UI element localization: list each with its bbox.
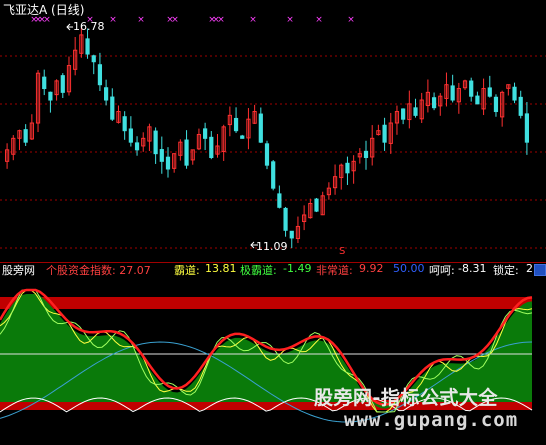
candle-body bbox=[345, 162, 350, 174]
indicator-legend: 股旁网 个股资金指数: 27.07 霸道: 13.81 极霸道: -1.49 非… bbox=[0, 262, 546, 278]
candle-body bbox=[431, 97, 437, 109]
candle-body bbox=[91, 55, 96, 63]
suoding-label: 锁定: bbox=[493, 264, 519, 277]
hehe-value: -8.31 bbox=[458, 262, 487, 275]
candle-body bbox=[271, 161, 276, 189]
feichangdao-label: 非常道: bbox=[316, 264, 353, 277]
watermark-text: 股旁网-指标公式大全 bbox=[314, 387, 498, 409]
candle-body bbox=[240, 135, 245, 139]
watermark-url: www.gupang.com bbox=[344, 409, 519, 431]
feichangdao-value: 9.92 bbox=[359, 262, 384, 275]
candle-body bbox=[209, 136, 214, 158]
candle-body bbox=[382, 124, 387, 143]
indicator-name: 股旁网 bbox=[2, 264, 35, 277]
candle-body bbox=[85, 38, 90, 55]
candle-body bbox=[128, 128, 133, 143]
level-value: 50.00 bbox=[393, 262, 425, 275]
candle-body bbox=[42, 76, 47, 90]
price-chart: ×××× × × × ×× ××× × × × × bbox=[0, 15, 546, 249]
candle-body bbox=[493, 96, 499, 113]
signal-marker: × bbox=[217, 15, 225, 25]
signal-marker: × bbox=[249, 15, 257, 25]
candle-body bbox=[165, 156, 171, 170]
candle-body bbox=[524, 113, 530, 143]
chart-title: 飞亚达A (日线) bbox=[3, 3, 85, 17]
fund-index-label: 个股资金指数: 27.07 bbox=[46, 264, 151, 277]
price-low-label: 11.09 bbox=[256, 240, 288, 253]
badao-label: 霸道: bbox=[174, 264, 200, 277]
candle-body bbox=[48, 91, 53, 101]
candle-body bbox=[159, 149, 164, 162]
candle-body bbox=[97, 64, 103, 86]
panel-scroll-button[interactable] bbox=[534, 264, 546, 276]
signal-marker: × bbox=[171, 15, 179, 25]
jibadao-value: -1.49 bbox=[283, 262, 312, 275]
signal-marker: × bbox=[347, 15, 355, 25]
candle-body bbox=[450, 85, 455, 101]
sell-marker: S bbox=[339, 246, 346, 257]
suoding-value: 2 bbox=[526, 262, 533, 275]
candle-body bbox=[283, 207, 288, 231]
candle-body bbox=[134, 142, 140, 151]
candle-body bbox=[475, 95, 480, 105]
candle-body bbox=[469, 80, 474, 97]
candle-body bbox=[314, 198, 319, 212]
candle-body bbox=[104, 87, 109, 101]
candle-body bbox=[122, 116, 127, 132]
candle-body bbox=[289, 230, 294, 239]
hehe-label: 呵呵: bbox=[429, 264, 455, 277]
badao-value: 13.81 bbox=[205, 262, 237, 275]
candle-body bbox=[487, 87, 492, 97]
candle-body bbox=[60, 75, 65, 93]
candle-body bbox=[413, 107, 418, 116]
candle-body bbox=[153, 130, 158, 155]
candle-body bbox=[110, 96, 115, 120]
candlesticks bbox=[4, 27, 530, 249]
candle-body bbox=[277, 193, 282, 208]
candle-body bbox=[363, 150, 369, 158]
signal-marker: × bbox=[109, 15, 117, 25]
candle-body bbox=[184, 139, 189, 166]
candle-body bbox=[23, 129, 28, 143]
signal-marker: × bbox=[286, 15, 294, 25]
upper-band bbox=[0, 297, 532, 309]
candle-body bbox=[264, 143, 270, 166]
candle-body bbox=[233, 117, 239, 132]
jibadao-label: 极霸道: bbox=[240, 264, 277, 277]
signal-marker: × bbox=[137, 15, 145, 25]
price-grid bbox=[0, 55, 546, 249]
candle-body bbox=[203, 128, 208, 139]
candle-body bbox=[258, 113, 263, 143]
signal-marker: × bbox=[315, 15, 323, 25]
price-high-label: 16.78 bbox=[73, 20, 105, 33]
candle-body bbox=[512, 86, 517, 101]
candle-body bbox=[401, 108, 406, 120]
candle-body bbox=[518, 96, 523, 116]
